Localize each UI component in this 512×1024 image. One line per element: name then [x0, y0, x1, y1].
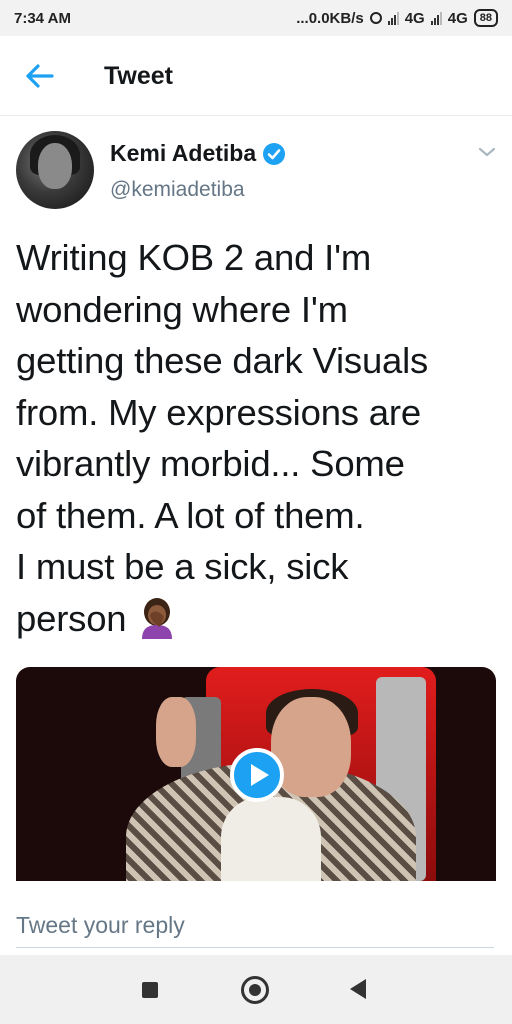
chevron-down-icon[interactable]	[476, 144, 498, 160]
author-name-row[interactable]: Kemi Adetiba	[110, 140, 286, 167]
alarm-icon	[369, 12, 382, 24]
battery-icon: 88	[473, 9, 498, 27]
system-nav-bar	[0, 955, 512, 1024]
author-handle[interactable]: @kemiadetiba	[110, 178, 245, 202]
play-icon	[250, 764, 269, 786]
tweet-text: Writing KOB 2 and I'm wondering where I'…	[16, 232, 506, 644]
recent-apps-icon[interactable]	[142, 982, 158, 998]
tweet-body: Writing KOB 2 and I'm wondering where I'…	[16, 237, 429, 639]
signal-icon	[430, 11, 442, 25]
page-title: Tweet	[104, 62, 173, 90]
signal-icon	[387, 11, 399, 25]
woman-facepalming-emoji-icon	[142, 597, 173, 639]
reply-bar	[0, 881, 512, 955]
sim1-network-label: 4G	[404, 9, 425, 27]
tweet-video[interactable]	[16, 667, 496, 881]
sim2-network-label: 4G	[447, 9, 468, 27]
back-icon[interactable]	[350, 979, 366, 999]
author-name[interactable]: Kemi Adetiba	[110, 140, 256, 167]
home-icon[interactable]	[241, 976, 269, 1004]
app-header: Tweet	[0, 36, 512, 116]
verified-badge-icon	[263, 142, 286, 165]
reply-input[interactable]	[16, 903, 494, 948]
network-speed: ...0.0KB/s	[296, 9, 364, 27]
status-bar: 7:34 AM ...0.0KB/s 4G 4G 88	[0, 0, 512, 36]
status-indicators: ...0.0KB/s 4G 4G 88	[296, 9, 498, 27]
play-button[interactable]	[230, 748, 284, 802]
status-time: 7:34 AM	[14, 9, 71, 27]
arrow-left-icon[interactable]	[22, 60, 58, 92]
avatar[interactable]	[16, 131, 94, 209]
